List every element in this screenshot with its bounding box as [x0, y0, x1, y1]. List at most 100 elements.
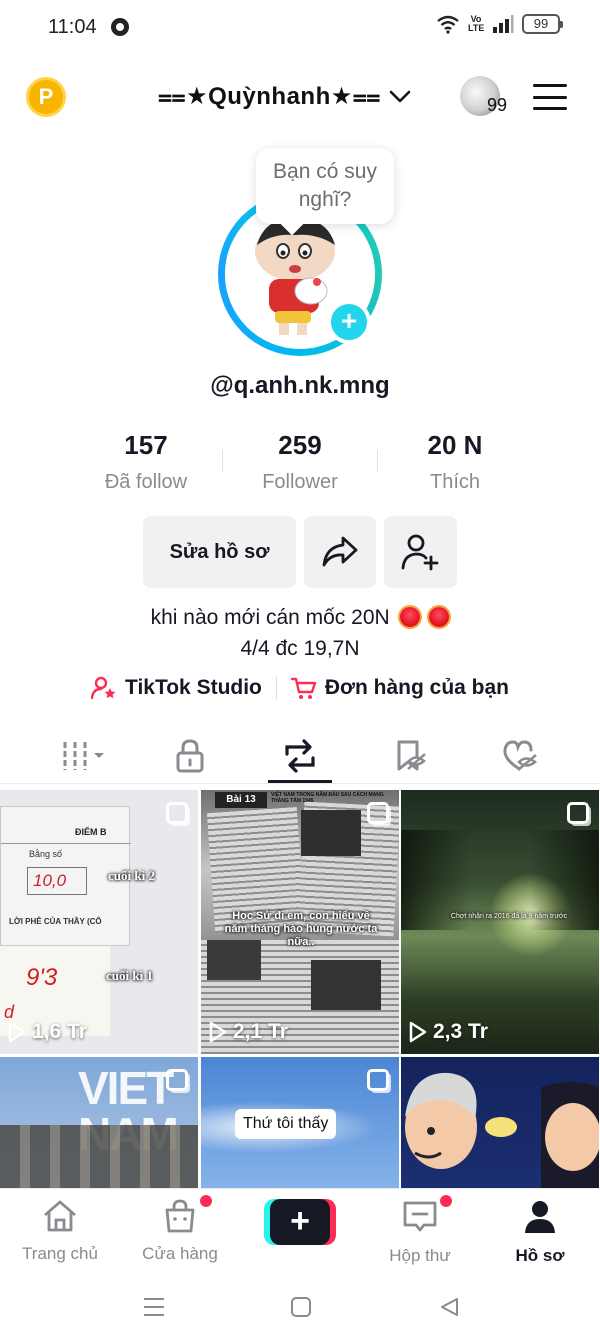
- stat-likes[interactable]: 20 N Thích: [375, 430, 535, 494]
- create-button[interactable]: +: [264, 1199, 336, 1245]
- share-profile-button[interactable]: [304, 516, 376, 588]
- create-plus-icon: +: [270, 1199, 330, 1245]
- home-icon: [44, 1200, 76, 1232]
- play-icon: [409, 1021, 427, 1043]
- status-bar: 11:04 Vo LTE 99: [0, 0, 600, 56]
- tile-text: ĐIỂM B: [75, 827, 107, 837]
- profile-icon: [525, 1201, 555, 1233]
- coin-icon[interactable]: P: [26, 77, 66, 117]
- notification-dot: [440, 1195, 452, 1207]
- video-tile[interactable]: VIET NAM: [0, 1057, 198, 1190]
- bio-line-1: khi nào mới cán mốc 20N: [0, 602, 600, 633]
- view-count-value: 1,6 Tr: [32, 1020, 87, 1043]
- heart-fire-emoji-icon: [399, 607, 420, 627]
- battery-indicator: 99: [522, 14, 563, 34]
- content-tabs: [0, 728, 600, 784]
- profile-links: TikTok Studio Đơn hàng của bạn: [0, 676, 600, 700]
- video-caption: Thứ tôi thấy: [235, 1109, 337, 1139]
- nav-profile-label: Hồ sơ: [515, 1246, 565, 1265]
- system-navigation: [0, 1272, 600, 1343]
- video-tile[interactable]: Thứ tôi thấy: [201, 1057, 399, 1190]
- nav-shop-label: Cửa hàng: [142, 1244, 218, 1263]
- inbox-icon: [403, 1201, 437, 1232]
- status-icons: Vo LTE 99: [436, 14, 563, 34]
- profile-bio: khi nào mới cán mốc 20N 4/4 đc 19,7N: [0, 602, 600, 664]
- bio-line-2: 4/4 đc 19,7N: [240, 637, 360, 660]
- tab-liked[interactable]: [490, 736, 550, 776]
- nav-home[interactable]: Trang chủ: [10, 1199, 110, 1264]
- wifi-icon: [437, 15, 459, 34]
- person-star-icon: [91, 676, 116, 700]
- view-count: 1,6 Tr: [8, 1020, 87, 1044]
- menu-icon[interactable]: [533, 84, 567, 110]
- stat-following-value: 157: [124, 430, 168, 460]
- profile-handle: @q.anh.nk.mng: [210, 372, 390, 399]
- links-divider: [275, 677, 277, 699]
- notification-dot: [200, 1195, 212, 1207]
- multi-photo-icon: [166, 802, 188, 824]
- tile-photo: [301, 810, 361, 856]
- nav-inbox[interactable]: Hộp thư: [370, 1195, 470, 1266]
- home-square-icon[interactable]: [290, 1296, 312, 1318]
- nav-inbox-label: Hộp thư: [389, 1246, 451, 1265]
- thought-bubble-text: Bạn có suy nghĩ?: [273, 160, 377, 211]
- profile-stats: 157 Đã follow 259 Follower 20 N Thích: [0, 430, 600, 500]
- add-story-button[interactable]: +: [327, 300, 371, 344]
- volte-indicator: Vo LTE: [468, 14, 485, 33]
- video-caption: Học Sử đi em, con hiểu về năm tháng hào …: [224, 910, 378, 948]
- cart-icon: [290, 677, 317, 699]
- heart-fire-emoji-icon: [429, 607, 450, 627]
- repost-icon: [285, 739, 315, 773]
- account-switcher[interactable]: ⩵★Quỳnhanh★⩵: [158, 82, 411, 111]
- nav-shop[interactable]: Cửa hàng: [130, 1195, 230, 1264]
- multi-photo-icon: [367, 802, 389, 824]
- thought-bubble[interactable]: Bạn có suy nghĩ?: [256, 148, 394, 224]
- status-time: 11:04: [48, 16, 97, 38]
- orders-link[interactable]: Đơn hàng của bạn: [290, 676, 509, 700]
- multi-photo-icon: [567, 802, 589, 824]
- grid-sort-icon: [63, 742, 104, 770]
- chevron-down-icon: [389, 90, 411, 102]
- multi-photo-icon: [367, 1069, 389, 1091]
- tile-text: Bằng số: [29, 849, 63, 859]
- tile-text: 10,0: [33, 871, 67, 890]
- play-icon: [209, 1021, 227, 1043]
- tab-private[interactable]: [160, 736, 220, 776]
- recent-apps-icon[interactable]: [142, 1296, 166, 1318]
- video-caption: cuối kì 1: [106, 968, 153, 983]
- view-count-value: 2,3 Tr: [433, 1020, 488, 1043]
- stat-likes-label: Thích: [429, 471, 481, 493]
- view-count: 2,1 Tr: [209, 1020, 288, 1044]
- bookmark-hidden-icon: [397, 740, 426, 771]
- add-friend-button[interactable]: [384, 516, 457, 588]
- video-tile[interactable]: [401, 1057, 599, 1190]
- chrome-icon: [111, 18, 129, 36]
- nav-home-label: Trang chủ: [22, 1244, 98, 1263]
- cartoon-face-icon: [405, 1072, 599, 1190]
- tab-videos[interactable]: [55, 736, 115, 776]
- bio-line-1-text: khi nào mới cán mốc 20N: [150, 606, 390, 629]
- active-tab-indicator: [268, 780, 332, 783]
- stat-followers[interactable]: 259 Follower: [220, 430, 380, 494]
- back-triangle-icon[interactable]: [438, 1296, 460, 1318]
- header-username: ⩵★Quỳnhanh★⩵: [158, 83, 381, 110]
- tab-favorites[interactable]: [380, 736, 440, 776]
- share-arrow-icon: [322, 536, 358, 567]
- video-tile[interactable]: Bài 13 VIỆT NAM TRONG NĂM ĐẦU SAU CÁCH M…: [201, 790, 399, 1054]
- stat-followers-value: 259: [278, 430, 322, 460]
- tile-photo: [311, 960, 381, 1010]
- video-caption: Chợt nhận ra 2016 đã là 9 năm trước: [450, 913, 568, 920]
- heart-hidden-icon: [503, 740, 538, 771]
- stat-following[interactable]: 157 Đã follow: [66, 430, 226, 494]
- tile-text: 9'3: [26, 964, 58, 991]
- tiktok-studio-link[interactable]: TikTok Studio: [91, 676, 262, 700]
- video-tile[interactable]: ĐIỂM B Bằng số 10,0 LỜI PHÊ CỦA THẦY (CÔ…: [0, 790, 198, 1054]
- edit-profile-button[interactable]: Sửa hồ sơ: [143, 516, 296, 588]
- tile-text: LỜI PHÊ CỦA THẦY (CÔ: [9, 917, 102, 926]
- view-count-value: 2,1 Tr: [233, 1020, 288, 1043]
- nav-profile[interactable]: Hồ sơ: [490, 1199, 590, 1266]
- video-tile[interactable]: Chợt nhận ra 2016 đã là 9 năm trước 2,3 …: [401, 790, 599, 1054]
- video-caption: cuối kì 2: [108, 868, 155, 883]
- bottom-navigation: Trang chủ Cửa hàng + Hộp thư Hồ sơ: [0, 1188, 600, 1272]
- tab-reposts[interactable]: [270, 736, 330, 776]
